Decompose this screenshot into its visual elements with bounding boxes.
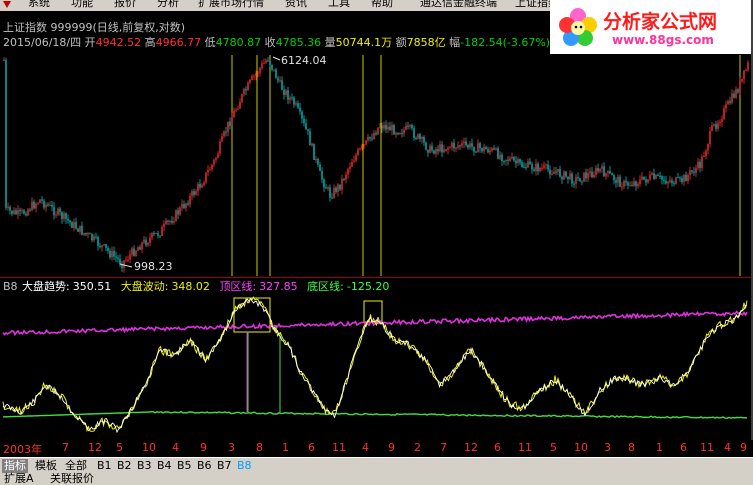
tab-template[interactable]: 模板 <box>33 459 59 473</box>
axis-tick: 10 <box>142 441 156 454</box>
status-related-quote[interactable]: 关联报价 <box>50 473 94 485</box>
panel-separator <box>0 277 753 278</box>
wave-label: 大盘波动: <box>121 279 169 293</box>
tab-b8[interactable]: B8 <box>235 459 254 473</box>
axis-tick: 9 <box>740 441 747 454</box>
wave-value: 348.02 <box>171 280 210 293</box>
tab-b5[interactable]: B5 <box>175 459 194 473</box>
axis-tick: 1 <box>282 441 289 454</box>
axis-tick: 6 <box>680 441 687 454</box>
indicator-name: B8 <box>3 280 18 293</box>
vertical-marker-lines <box>231 55 741 276</box>
trough-price-label: 998.23 <box>134 260 173 273</box>
axis-tick: 8 <box>628 441 635 454</box>
tab-b6[interactable]: B6 <box>195 459 214 473</box>
bottom-zone-value: -125.20 <box>347 280 389 293</box>
axis-tick: 3 <box>604 441 611 454</box>
tab-b1[interactable]: B1 <box>95 459 114 473</box>
trend-line <box>2 297 748 434</box>
tab-all[interactable]: 全部 <box>63 459 89 473</box>
axis-tick: 6 <box>494 441 501 454</box>
axis-tick: 7 <box>440 441 447 454</box>
axis-tick: 6 <box>308 441 315 454</box>
axis-tick: 5 <box>550 441 557 454</box>
axis-tick: 1 <box>656 441 663 454</box>
status-extended-a[interactable]: 扩展A <box>4 473 34 485</box>
date-axis: 2003年 7 12 5 10 4 9 3 8 1 6 11 4 9 2 7 1… <box>0 440 753 457</box>
peak-price-label: 6124.04 <box>281 54 327 67</box>
axis-tick: 12 <box>88 441 102 454</box>
axis-tick: 3 <box>228 441 235 454</box>
axis-tick: 4 <box>362 441 369 454</box>
axis-tick: 12 <box>464 441 478 454</box>
axis-tick: 4 <box>724 441 731 454</box>
axis-tick: 4 <box>172 441 179 454</box>
indicator-tab-bar: 指标 模板 全部 B1 B2 B3 B4 B5 B6 B7 B8 <box>0 457 753 474</box>
axis-tick: 7 <box>62 441 69 454</box>
axis-tick: 10 <box>574 441 588 454</box>
tab-b3[interactable]: B3 <box>135 459 154 473</box>
signal-markers <box>233 297 383 412</box>
indicator-legend: 大盘趋势: 350.51 大盘波动: 348.02 顶区线: 327.85 底区线: -… <box>22 279 389 293</box>
bottom-zone-label: 底区线: <box>307 279 344 293</box>
trend-value: 350.51 <box>73 280 112 293</box>
top-zone-label: 顶区线: <box>219 279 256 293</box>
axis-tick: 8 <box>256 441 263 454</box>
peak-pointer <box>272 56 281 61</box>
chart-canvas[interactable]: 6124.04 998.23 B8 大盘趋势: 350.51 大盘波动: 348.0… <box>0 0 753 440</box>
top-zone-value: 327.85 <box>259 280 298 293</box>
axis-tick: 2003年 <box>3 443 42 456</box>
tab-b2[interactable]: B2 <box>115 459 134 473</box>
axis-tick: 11 <box>332 441 346 454</box>
axis-tick: 9 <box>388 441 395 454</box>
axis-tick: 5 <box>116 441 123 454</box>
axis-tick: 11 <box>700 441 714 454</box>
status-bar: 扩展A 关联报价 <box>0 473 753 485</box>
axis-tick: 9 <box>200 441 207 454</box>
axis-tick: 2 <box>414 441 421 454</box>
axis-tick: 11 <box>518 441 532 454</box>
bottom-zone-line <box>2 410 748 420</box>
price-candles <box>3 57 749 273</box>
tab-indicator[interactable]: 指标 <box>2 459 28 473</box>
trend-label: 大盘趋势: <box>22 279 70 293</box>
tab-b7[interactable]: B7 <box>215 459 234 473</box>
tab-b4[interactable]: B4 <box>155 459 174 473</box>
